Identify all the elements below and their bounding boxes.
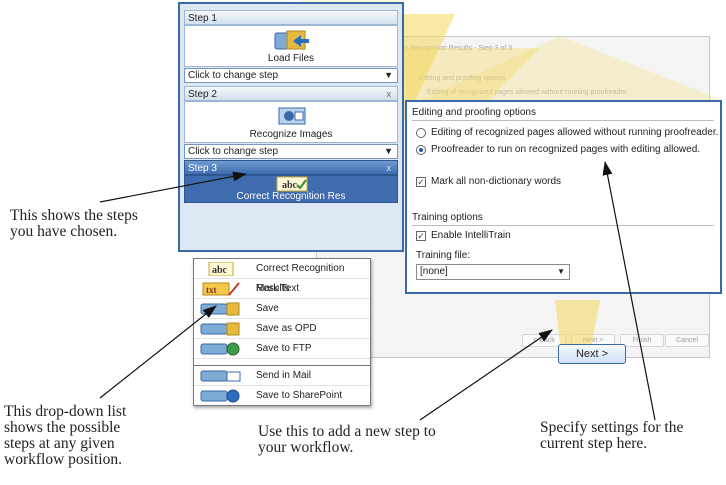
callout-add-step: Use this to add a new step to your workf… — [258, 423, 436, 456]
callout-dropdown: This drop-down list shows the possible s… — [4, 403, 127, 468]
callout-settings: Specify settings for the current step he… — [540, 419, 684, 452]
callout-steps: This shows the steps you have chosen. — [10, 207, 138, 240]
